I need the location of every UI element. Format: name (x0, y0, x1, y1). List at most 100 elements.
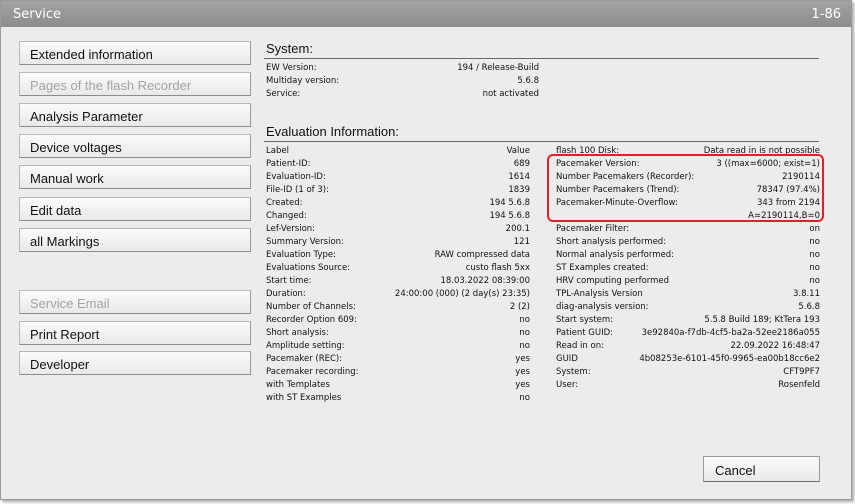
info-value: 4b08253e-6101-45f0-9965-ea00b18cc6e2 (639, 354, 820, 364)
info-label: Lef-Version: (266, 224, 316, 234)
info-row: Read in on: 22.09.2022 16:48:47 (556, 341, 820, 354)
pacemaker-highlight-box (547, 154, 824, 222)
info-label: Recorder Option 609: (266, 315, 357, 325)
info-label: User: (556, 380, 579, 390)
info-row: Evaluation Type: RAW compressed data (266, 250, 530, 263)
info-value: no (519, 341, 530, 351)
info-value: not activated (482, 89, 539, 99)
info-row: Start system: 5.5.8 Build 189; KtTera 193 (556, 315, 820, 328)
info-label: Read in on: (556, 341, 604, 351)
info-row: Label Value (266, 146, 530, 159)
info-label: Short analysis: (266, 328, 329, 338)
info-row: Pacemaker recording: yes (266, 367, 530, 380)
info-value: 1614 (508, 172, 530, 182)
info-value: 24:00:00 (000) (2 day(s) 23:35) (394, 289, 530, 299)
button-analysis-parameter[interactable]: Analysis Parameter (19, 103, 251, 127)
info-row: Duration: 24:00:00 (000) (2 day(s) 23:35) (266, 289, 530, 302)
info-row: Start time: 18.03.2022 08:39:00 (266, 276, 530, 289)
button-print-report[interactable]: Print Report (19, 321, 251, 345)
info-value: Value (506, 146, 530, 156)
info-label: File-ID (1 of 3): (266, 185, 329, 195)
info-row: Patient-ID: 689 (266, 159, 530, 172)
button-device-voltages[interactable]: Device voltages (19, 134, 251, 158)
info-label: Multiday version: (266, 76, 340, 86)
button-pages-of-the-flash-recorder[interactable]: Pages of the flash Recorder (19, 72, 251, 96)
info-row: Created: 194 5.6.8 (266, 198, 530, 211)
info-label: Start time: (266, 276, 312, 286)
info-value: yes (515, 367, 530, 377)
info-label: Pacemaker Filter: (556, 224, 630, 234)
info-label: TPL-Analysis Version (556, 289, 643, 299)
info-value: 194 / Release-Build (457, 63, 539, 73)
info-row: Service: not activated (266, 89, 539, 102)
info-row: ST Examples created: no (556, 263, 820, 276)
evaluation-section-title: Evaluation Information: (266, 124, 399, 139)
info-value: 3.8.11 (792, 289, 820, 299)
info-row: with ST Examples no (266, 393, 530, 406)
info-row: Number of Channels: 2 (2) (266, 302, 530, 315)
info-row: Evaluations Source: custo flash 5xx (266, 263, 530, 276)
info-row: Pacemaker Filter: on (556, 224, 820, 237)
button-service-email[interactable]: Service Email (19, 290, 251, 314)
info-row: GUID 4b08253e-6101-45f0-9965-ea00b18cc6e2 (556, 354, 820, 367)
info-value: 3e92840a-f7db-4cf5-ba2a-52ee2186a055 (641, 328, 820, 338)
info-label: diag-analysis version: (556, 302, 649, 312)
info-value: 5.6.8 (517, 76, 539, 86)
button-edit-data[interactable]: Edit data (19, 197, 251, 221)
info-row: Patient GUID: 3e92840a-f7db-4cf5-ba2a-52e… (556, 328, 820, 341)
info-label: Summary Version: (266, 237, 344, 247)
button-all-markings[interactable]: all Markings (19, 228, 251, 252)
info-label: Changed: (266, 211, 307, 221)
button-manual-work[interactable]: Manual work (19, 165, 251, 189)
info-label: Label (266, 146, 289, 156)
info-label: Pacemaker recording: (266, 367, 359, 377)
system-divider (264, 58, 819, 59)
info-value: 200.1 (505, 224, 530, 234)
info-value: 689 (513, 159, 530, 169)
title-bar: Service 1-86 (1, 1, 851, 27)
info-value: no (809, 276, 820, 286)
info-row: Changed: 194 5.6.8 (266, 211, 530, 224)
info-label: Pacemaker (REC): (266, 354, 343, 364)
evaluation-divider (264, 141, 819, 142)
window-code: 1-86 (811, 7, 841, 22)
info-value: no (519, 315, 530, 325)
service-dialog: Service 1-86 Extended information Pages o… (0, 0, 852, 500)
info-value: 194 5.6.8 (489, 198, 530, 208)
info-value: custo flash 5xx (465, 263, 530, 273)
info-value: no (519, 328, 530, 338)
info-row: Recorder Option 609: no (266, 315, 530, 328)
info-row: Short analysis: no (266, 328, 530, 341)
info-row: HRV computing performed no (556, 276, 820, 289)
info-label: with Templates (266, 380, 330, 390)
info-value: no (809, 263, 820, 273)
info-label: Patient-ID: (266, 159, 311, 169)
info-label: Evaluation Type: (266, 250, 336, 260)
info-value: no (809, 250, 820, 260)
button-developer[interactable]: Developer (19, 351, 251, 375)
info-row: Amplitude setting: no (266, 341, 530, 354)
info-row: System: CFT9PF7 (556, 367, 820, 380)
info-row: Multiday version: 5.6.8 (266, 76, 539, 89)
info-row: File-ID (1 of 3): 1839 (266, 185, 530, 198)
cancel-button[interactable]: Cancel (703, 456, 820, 482)
info-label: Normal analysis performed: (556, 250, 674, 260)
info-label: Short analysis performed: (556, 237, 667, 247)
info-value: yes (515, 380, 530, 390)
info-value: 194 5.6.8 (489, 211, 530, 221)
info-label: Created: (266, 198, 303, 208)
info-row: Short analysis performed: no (556, 237, 820, 250)
info-label: EW Version: (266, 63, 317, 73)
info-value: Rosenfeld (778, 380, 820, 390)
info-value: CFT9PF7 (783, 367, 820, 377)
info-label: Start system: (556, 315, 614, 325)
info-value: 22.09.2022 16:48:47 (730, 341, 820, 351)
info-value: no (519, 393, 530, 403)
info-row: TPL-Analysis Version 3.8.11 (556, 289, 820, 302)
info-value: 121 (513, 237, 530, 247)
info-value: yes (515, 354, 530, 364)
info-row: Normal analysis performed: no (556, 250, 820, 263)
info-value: on (809, 224, 820, 234)
button-extended-information[interactable]: Extended information (19, 41, 251, 65)
info-row: User: Rosenfeld (556, 380, 820, 393)
